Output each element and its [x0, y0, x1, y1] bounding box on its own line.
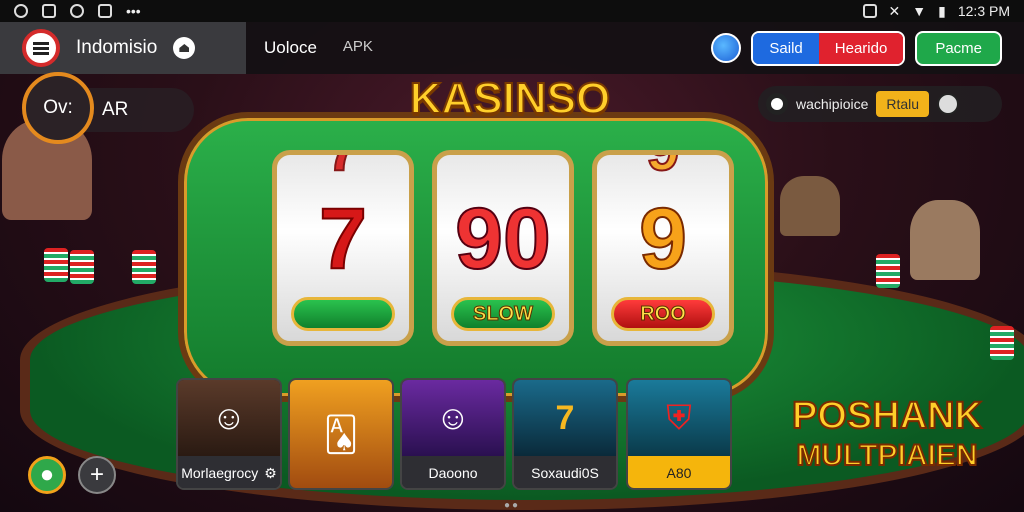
chip-stack	[44, 248, 68, 282]
auth-button-group: Saild Hearido	[751, 30, 906, 66]
game-card-morlaegrocy[interactable]: ☺ Morlaegrocy ⚙	[176, 378, 282, 490]
search-chip[interactable]: wachipioice Rtalu	[758, 86, 1002, 122]
card-caption: Soxaudi0S	[514, 456, 616, 488]
chip-text: wachipioice	[796, 96, 869, 112]
player-portrait-icon: ☺	[402, 380, 504, 456]
game-card-daoono[interactable]: ☺ Daoono	[400, 378, 506, 490]
menu-button[interactable]	[22, 29, 60, 67]
wifi-icon: ▼	[912, 3, 927, 19]
reel-symbol-top: 9	[597, 155, 729, 184]
chip-stack	[876, 254, 900, 288]
brand-title: Indomisio	[76, 37, 158, 58]
clock: 12:3 PM	[957, 3, 1010, 19]
header-actions: Saild Hearido Pacme	[711, 30, 1024, 66]
player-portrait-icon: ☺	[178, 380, 280, 456]
card-caption: Morlaegrocy ⚙	[178, 456, 280, 488]
chip-stack	[990, 326, 1014, 360]
game-card-soxaudios[interactable]: 7 Soxaudi0S	[512, 378, 618, 490]
reel-2: 90 SLOW	[432, 150, 574, 346]
playing-cards-icon: 🂡	[290, 380, 392, 488]
shield-icon	[98, 4, 112, 18]
notification-icon	[42, 4, 56, 18]
page-indicator: ●●	[504, 500, 521, 511]
pacme-button[interactable]: Pacme	[915, 30, 1002, 66]
user-pill[interactable]: Ov: AR	[22, 72, 194, 144]
saild-button[interactable]: Saild	[753, 32, 819, 64]
avatar[interactable]: Ov:	[22, 72, 94, 144]
home-icon[interactable]	[173, 37, 196, 59]
add-icon[interactable]: +	[78, 456, 116, 494]
top-nav: Uoloce APK	[264, 38, 373, 58]
nav-item-apk[interactable]: APK	[343, 38, 373, 58]
chat-icon[interactable]: ●	[28, 456, 66, 494]
hearido-button[interactable]: Hearido	[818, 32, 904, 64]
roo-button[interactable]: ROO	[611, 297, 715, 331]
region-label: AR	[102, 99, 129, 120]
dealer-figure	[780, 176, 840, 236]
shield-seven-icon: ⛨	[628, 380, 730, 456]
reel-1: 7 7	[272, 150, 414, 346]
app-icon	[70, 4, 84, 18]
card-caption-text: Morlaegrocy	[181, 465, 259, 481]
vibrate-icon	[862, 4, 877, 18]
reel-symbol-top: 7	[277, 155, 409, 184]
reel-symbol-main: 90	[454, 190, 552, 288]
chip-stack	[70, 250, 94, 284]
promo-line-2: MULTPIAIEN	[795, 438, 978, 473]
chip-stack	[132, 250, 156, 284]
reel-1-button[interactable]	[291, 297, 395, 331]
promo-line-1: POSHANK	[791, 395, 983, 437]
settings-gear-icon[interactable]: ⚙	[264, 465, 277, 482]
lucky-seven-icon: 7	[514, 380, 616, 456]
reel-symbol-main: 7	[318, 190, 368, 288]
promo-logo[interactable]: POSHANK MULTPIAIEN	[791, 395, 983, 476]
reel-3: 9 9 ROO	[592, 150, 734, 346]
casino-screen: ••• ✕ ▼ ▮ 12:3 PM Indomisio Uoloce APK S…	[0, 0, 1024, 512]
game-card-cards[interactable]: 🂡	[288, 378, 394, 490]
nav-item-uoloce[interactable]: Uoloce	[264, 38, 317, 58]
card-caption: Daoono	[402, 456, 504, 488]
more-dots-icon: •••	[126, 3, 141, 19]
hamburger-icon	[33, 46, 49, 50]
record-icon	[766, 93, 788, 115]
game-title: KASINSO	[409, 73, 611, 124]
brand-area: Indomisio	[0, 22, 246, 74]
language-globe-icon[interactable]	[711, 33, 742, 63]
mute-icon: ✕	[888, 2, 901, 19]
app-bar: Indomisio Uoloce APK Saild Hearido Pacme	[0, 22, 1024, 74]
game-card-a80[interactable]: ⛨ A80	[626, 378, 732, 490]
card-caption: A80	[628, 456, 730, 488]
slow-button[interactable]: SLOW	[451, 297, 555, 331]
battery-icon: ▮	[938, 2, 946, 19]
chip-tag[interactable]: Rtalu	[876, 91, 930, 117]
reel-symbol-main: 9	[638, 190, 688, 288]
status-bar: ••• ✕ ▼ ▮ 12:3 PM	[0, 0, 1024, 22]
sync-icon	[14, 4, 28, 18]
refresh-icon[interactable]	[937, 93, 960, 115]
player-figure-right	[910, 200, 980, 280]
